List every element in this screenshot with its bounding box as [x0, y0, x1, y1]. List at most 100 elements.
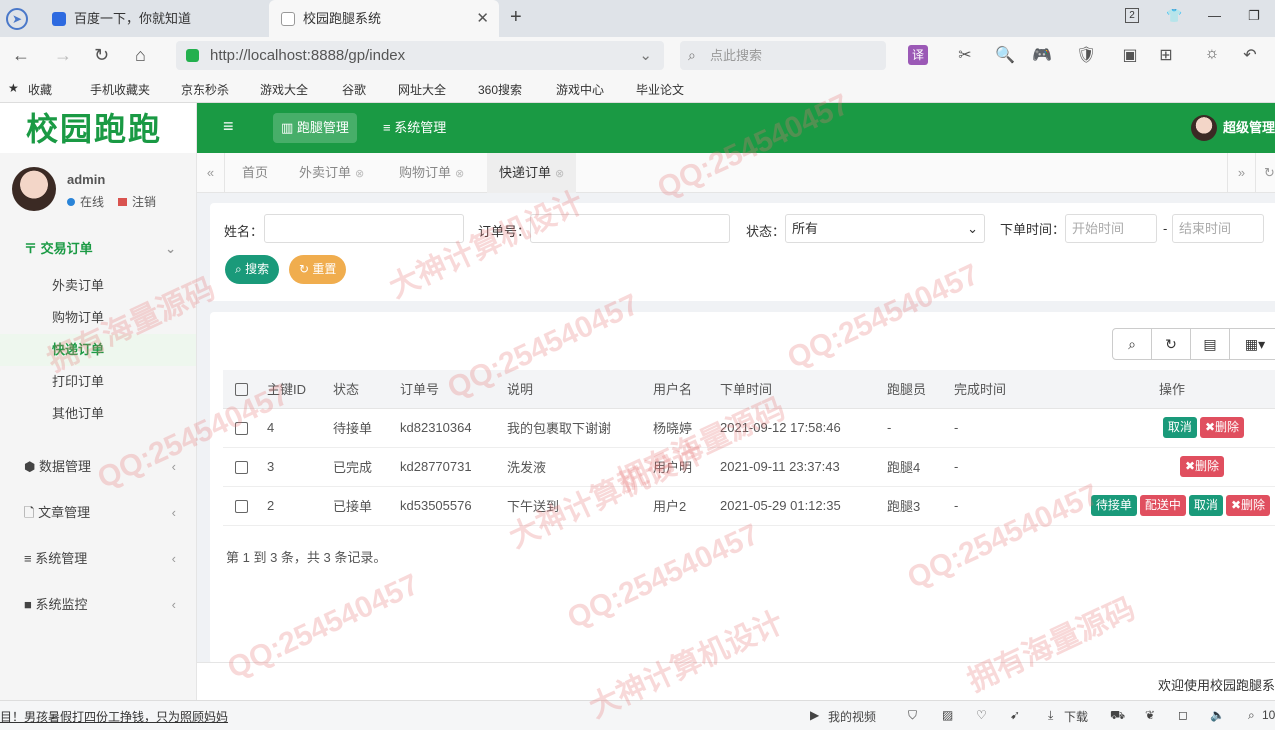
bookmark-item[interactable]: 游戏中心: [556, 81, 604, 98]
select-all-checkbox[interactable]: [235, 383, 248, 397]
cancel-button[interactable]: 取消: [1162, 417, 1197, 438]
home-icon[interactable]: ⌂: [135, 45, 146, 66]
top-nav-errand[interactable]: ▥ 跑腿管理: [273, 113, 357, 143]
col-id[interactable]: 主键ID: [261, 370, 327, 409]
sidebar-group-system[interactable]: ≡ 系统管理 ‹: [0, 538, 196, 580]
delete-button[interactable]: ✖删除: [1199, 417, 1244, 438]
maximize-icon[interactable]: ❐: [1248, 8, 1260, 24]
row-checkbox[interactable]: [235, 461, 248, 475]
col-status[interactable]: 状态: [327, 370, 394, 409]
end-time-input[interactable]: 结束时间: [1172, 214, 1264, 243]
reader-icon[interactable]: ▣: [1120, 45, 1140, 65]
apps-grid-icon[interactable]: ⊞: [1156, 45, 1176, 65]
row-checkbox[interactable]: [235, 422, 248, 436]
zoom-level[interactable]: 10: [1262, 708, 1275, 722]
download-link[interactable]: 下载: [1064, 708, 1088, 725]
col-desc[interactable]: 说明: [501, 370, 647, 409]
shield-icon[interactable]: ⛉: [908, 708, 917, 723]
shirt-icon[interactable]: 👕: [1166, 8, 1182, 24]
pending-button[interactable]: 待接单: [1090, 495, 1137, 516]
sidebar-item-other[interactable]: 其他订单: [0, 398, 196, 430]
undo-icon[interactable]: ↶: [1240, 45, 1260, 65]
tabs-scroll-left-icon[interactable]: «: [197, 153, 225, 193]
tabs-scroll-right-icon[interactable]: »: [1227, 153, 1255, 193]
new-tab-icon[interactable]: +: [510, 6, 522, 29]
col-done[interactable]: 完成时间: [948, 370, 1058, 409]
table-search-icon[interactable]: ⌕: [1112, 328, 1152, 360]
name-input[interactable]: [264, 214, 464, 243]
sidebar-item-express[interactable]: 快递订单: [0, 334, 196, 366]
close-icon[interactable]: ⊗: [455, 168, 464, 180]
bookmark-item[interactable]: 毕业论文: [636, 81, 684, 98]
minimize-icon[interactable]: —: [1208, 8, 1221, 23]
bookmark-item[interactable]: 京东秒杀: [181, 81, 229, 98]
coupon-icon[interactable]: 🛡: [1076, 45, 1096, 65]
my-video-link[interactable]: 我的视频: [828, 708, 876, 725]
table-columns-icon[interactable]: ▦▾: [1229, 328, 1275, 360]
heart-icon[interactable]: ♡: [976, 708, 987, 722]
logout-link[interactable]: 注销: [132, 195, 156, 209]
refresh-tab-icon[interactable]: ↻: [1255, 153, 1275, 193]
magnifier-icon[interactable]: 🔍: [995, 45, 1015, 65]
browser-search-input[interactable]: ⌕ 点此搜索: [680, 41, 886, 70]
bookmark-item[interactable]: 360搜索: [478, 81, 522, 98]
url-field[interactable]: http://localhost:8888/gp/index ⌄: [176, 41, 664, 70]
forward-icon[interactable]: →: [54, 45, 72, 66]
row-checkbox[interactable]: [235, 500, 248, 514]
tab-shopping[interactable]: 购物订单 ⊗: [387, 153, 476, 193]
tab-home[interactable]: 首页: [230, 153, 280, 193]
image-icon[interactable]: ▨: [942, 708, 953, 722]
bookmark-item[interactable]: 收藏: [28, 81, 52, 98]
order-input[interactable]: [530, 214, 730, 243]
close-tab-icon[interactable]: ✕: [476, 0, 489, 37]
speaker-icon[interactable]: 🔈: [1210, 708, 1225, 722]
sidebar-item-shopping[interactable]: 购物订单: [0, 302, 196, 334]
col-order[interactable]: 订单号: [394, 370, 501, 409]
sidebar-group-monitor[interactable]: ■ 系统监控 ‹: [0, 584, 196, 626]
table-toggle-view-icon[interactable]: ▤: [1190, 328, 1230, 360]
hamburger-icon[interactable]: ≡: [223, 116, 234, 137]
sidebar-item-print[interactable]: 打印订单: [0, 366, 196, 398]
start-time-input[interactable]: 开始时间: [1065, 214, 1157, 243]
bookmark-item[interactable]: 游戏大全: [260, 81, 308, 98]
admin-menu[interactable]: 超级管理: [1190, 115, 1275, 141]
col-runner[interactable]: 跑腿员: [881, 370, 948, 409]
reset-button[interactable]: ↻ 重置: [289, 255, 347, 284]
bookmark-item[interactable]: 手机收藏夹: [90, 81, 150, 98]
bookmark-item[interactable]: 网址大全: [398, 81, 446, 98]
chevron-down-icon[interactable]: ⌄: [639, 41, 652, 70]
tab-takeout[interactable]: 外卖订单 ⊗: [287, 153, 376, 193]
sidebar-group-trade[interactable]: 〒 交易订单 ⌄: [0, 228, 196, 270]
delete-button[interactable]: ✖删除: [1225, 495, 1270, 516]
back-icon[interactable]: ←: [12, 45, 30, 66]
sidebar-item-takeout[interactable]: 外卖订单: [0, 270, 196, 302]
cancel-button[interactable]: 取消: [1188, 495, 1223, 516]
reload-icon[interactable]: ↻: [94, 45, 109, 66]
col-user[interactable]: 用户名: [647, 370, 714, 409]
sidebar-group-article[interactable]: 🗋 文章管理 ‹: [0, 492, 196, 534]
sidebar-group-data[interactable]: ⬢ 数据管理 ‹: [0, 446, 196, 488]
tab-express[interactable]: 快递订单 ⊗: [487, 153, 577, 193]
close-icon[interactable]: ⊗: [355, 168, 364, 180]
car-icon[interactable]: ⛟: [1110, 708, 1125, 724]
scissors-icon[interactable]: ✂: [955, 45, 975, 65]
delivering-button[interactable]: 配送中: [1139, 495, 1186, 516]
browser-tab-active[interactable]: 校园跑腿系统 ✕: [269, 0, 499, 37]
delete-button[interactable]: ✖删除: [1179, 456, 1224, 477]
window-icon[interactable]: ◻: [1178, 708, 1188, 722]
table-refresh-icon[interactable]: ↻: [1151, 328, 1191, 360]
bookmark-item[interactable]: 谷歌: [342, 81, 366, 98]
news-ticker-link[interactable]: 目！男孩暑假打四份工挣钱，只为照顾妈妈: [0, 708, 228, 725]
browser-logo-icon[interactable]: ➤: [6, 8, 28, 30]
status-select[interactable]: 所有 ⌄: [785, 214, 985, 243]
game-icon[interactable]: 🎮: [1032, 45, 1052, 65]
browser-tab-baidu[interactable]: 百度一下，你就知道: [40, 0, 268, 37]
search-button[interactable]: ⌕ 搜索: [225, 255, 280, 284]
rocket-icon[interactable]: ➹: [1010, 708, 1020, 722]
translate-icon[interactable]: 译: [908, 45, 928, 65]
brightness-icon[interactable]: ☼: [1202, 45, 1222, 65]
col-time[interactable]: 下单时间: [714, 370, 881, 409]
leaf-icon[interactable]: ❦: [1145, 708, 1155, 722]
tab-count-badge[interactable]: 2: [1125, 8, 1139, 23]
logout-icon[interactable]: [118, 198, 128, 206]
